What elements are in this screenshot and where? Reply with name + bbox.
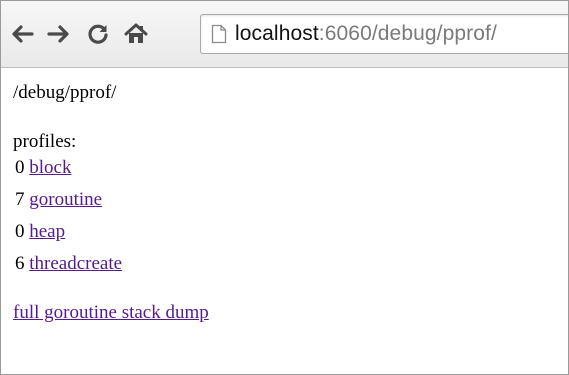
profiles-label: profiles: bbox=[13, 131, 77, 152]
home-icon bbox=[124, 23, 148, 43]
profile-count: 0 bbox=[15, 157, 25, 178]
full-goroutine-dump-link[interactable]: full goroutine stack dump bbox=[13, 302, 209, 323]
profile-link-heap[interactable]: heap bbox=[29, 221, 65, 242]
profile-link-goroutine[interactable]: goroutine bbox=[29, 189, 102, 210]
page-icon bbox=[211, 24, 227, 44]
profile-row: 7 goroutine bbox=[13, 188, 209, 220]
page-content: /debug/pprof/ profiles: 0 block 7 gorout… bbox=[13, 81, 209, 325]
profile-link-threadcreate[interactable]: threadcreate bbox=[29, 253, 122, 274]
reload-icon bbox=[88, 24, 108, 44]
profile-row: 6 threadcreate bbox=[13, 252, 209, 284]
profile-link-block[interactable]: block bbox=[29, 157, 71, 178]
profile-count: 6 bbox=[15, 253, 25, 274]
back-button[interactable] bbox=[7, 19, 37, 49]
dump-row: full goroutine stack dump bbox=[13, 301, 209, 325]
profile-count: 7 bbox=[15, 189, 25, 210]
profile-row: 0 heap bbox=[13, 220, 209, 252]
reload-button[interactable] bbox=[83, 19, 113, 49]
forward-button[interactable] bbox=[44, 19, 74, 49]
url-host: localhost bbox=[235, 22, 319, 45]
page-heading: /debug/pprof/ bbox=[13, 82, 117, 103]
browser-toolbar: localhost:6060/debug/pprof/ bbox=[1, 1, 568, 68]
home-button[interactable] bbox=[121, 19, 151, 49]
profile-count: 0 bbox=[15, 221, 25, 242]
back-arrow-icon bbox=[12, 25, 34, 43]
profiles-list: 0 block 7 goroutine 0 heap 6 threadcreat… bbox=[13, 156, 209, 284]
url-path: :6060/debug/pprof/ bbox=[318, 22, 497, 45]
profile-row: 0 block bbox=[13, 156, 209, 188]
address-bar[interactable]: localhost:6060/debug/pprof/ bbox=[200, 14, 568, 54]
browser-window: localhost:6060/debug/pprof/ /debug/pprof… bbox=[0, 0, 569, 375]
url-text: localhost:6060/debug/pprof/ bbox=[235, 22, 497, 46]
forward-arrow-icon bbox=[47, 25, 69, 43]
